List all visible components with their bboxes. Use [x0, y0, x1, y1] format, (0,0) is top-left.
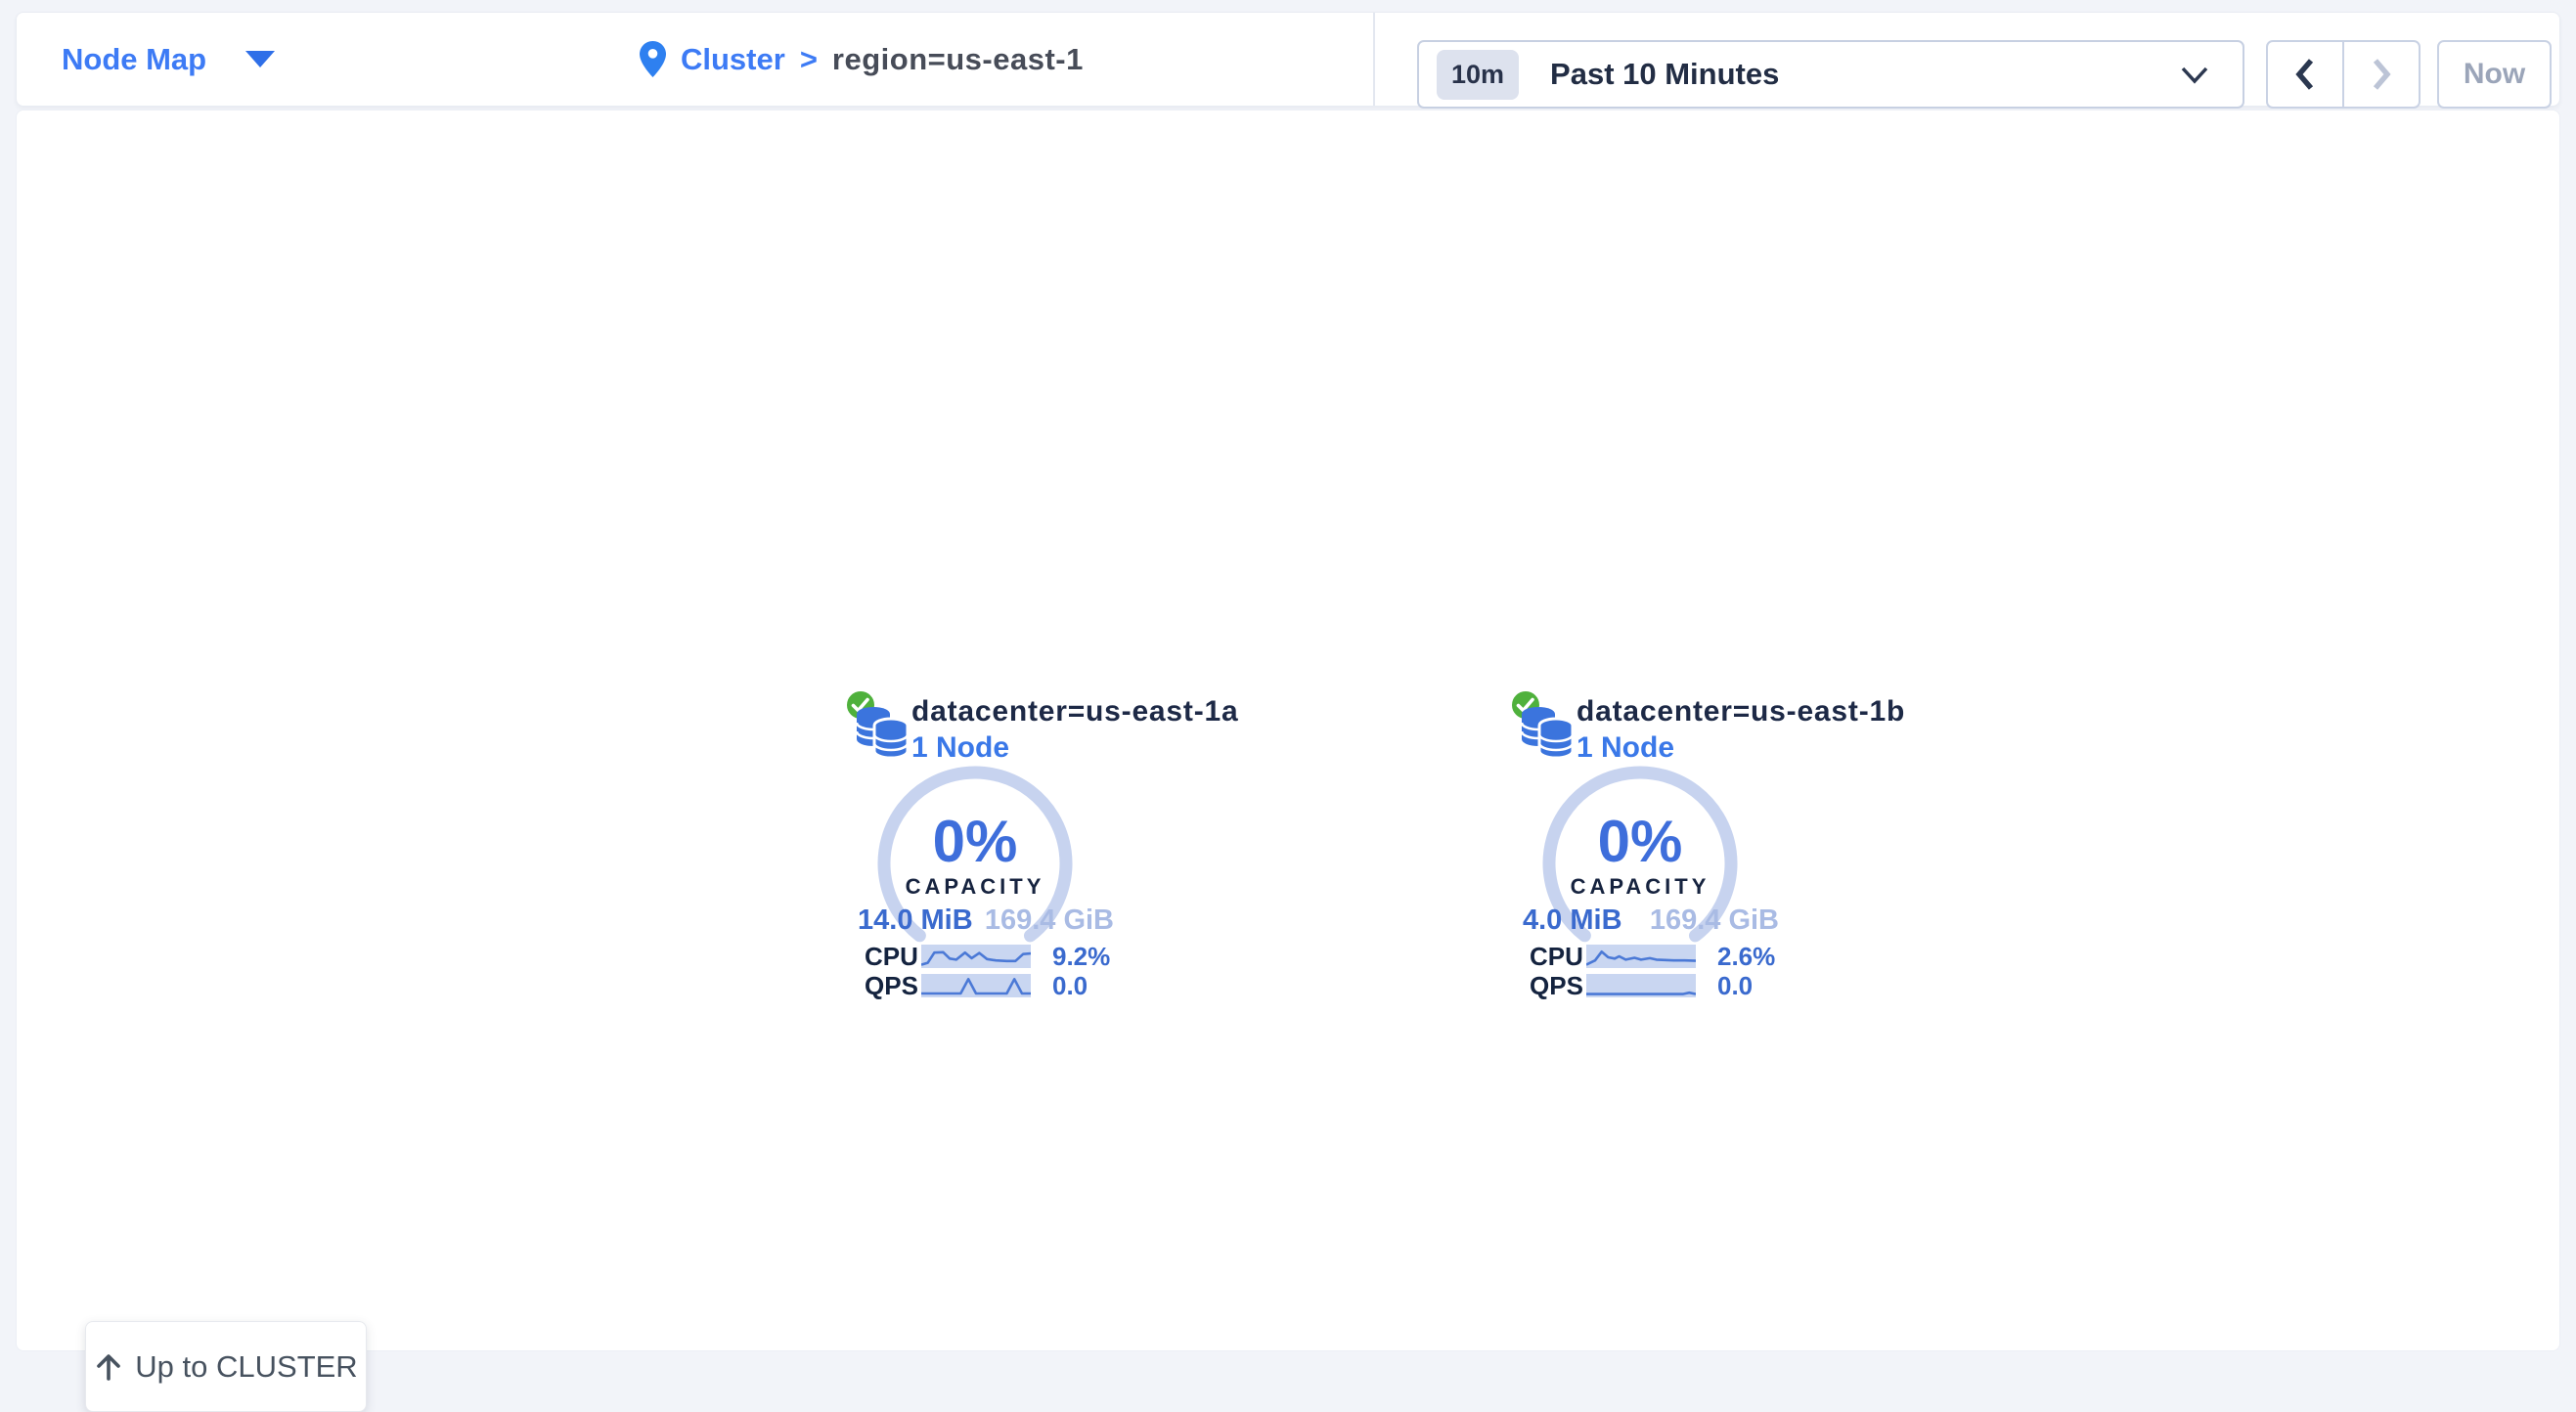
capacity-total: 169.4 GiB	[985, 905, 1114, 937]
cpu-label: CPU	[1530, 942, 1586, 972]
capacity-label: CAPACITY	[872, 874, 1078, 900]
cpu-value: 2.6%	[1717, 942, 1775, 972]
database-stack-icon	[853, 701, 910, 762]
time-next-button[interactable]	[2344, 42, 2419, 107]
capacity-percent: 0%	[872, 808, 1078, 875]
time-range-badge: 10m	[1437, 50, 1519, 100]
qps-label: QPS	[1530, 971, 1586, 1001]
qps-metric-row: QPS 0.0	[865, 973, 1088, 998]
qps-value: 0.0	[1052, 971, 1088, 1001]
chevron-left-icon	[2293, 57, 2317, 92]
cpu-sparkline	[921, 945, 1031, 968]
qps-label: QPS	[865, 971, 921, 1001]
breadcrumb-current-locality: region=us-east-1	[832, 42, 1084, 77]
datacenter-title: datacenter=us-east-1a	[911, 695, 1238, 728]
capacity-total: 169.4 GiB	[1650, 905, 1779, 937]
cpu-metric-row: CPU 2.6%	[1530, 944, 1775, 969]
chevron-right-icon	[2370, 57, 2393, 92]
caret-down-icon	[245, 51, 275, 67]
time-range-label: Past 10 Minutes	[1550, 57, 1779, 92]
header-bar: Node Map Cluster > region=us-east-1 10m …	[16, 12, 2560, 107]
datacenter-card-us-east-1a[interactable]: datacenter=us-east-1a 1 Node 0% CAPACITY…	[843, 687, 1146, 1010]
qps-metric-row: QPS 0.0	[1530, 973, 1753, 998]
time-prev-button[interactable]	[2268, 42, 2344, 107]
database-stack-icon	[1518, 701, 1575, 762]
datacenter-node-count: 1 Node	[1577, 731, 1674, 765]
view-selector-label: Node Map	[62, 42, 206, 77]
cpu-metric-row: CPU 9.2%	[865, 944, 1110, 969]
datacenter-card-us-east-1b[interactable]: datacenter=us-east-1b 1 Node 0% CAPACITY…	[1508, 687, 1811, 1010]
qps-sparkline	[1586, 974, 1696, 997]
breadcrumb: Cluster > region=us-east-1	[640, 13, 1084, 106]
capacity-values-row: 14.0 MiB 169.4 GiB	[858, 905, 1114, 937]
datacenter-title: datacenter=us-east-1b	[1577, 695, 1905, 728]
up-to-cluster-label: Up to CLUSTER	[135, 1349, 357, 1385]
now-button[interactable]: Now	[2437, 40, 2552, 109]
header-divider	[1373, 13, 1375, 106]
qps-value: 0.0	[1717, 971, 1753, 1001]
qps-sparkline	[921, 974, 1031, 997]
capacity-used: 14.0 MiB	[858, 905, 973, 937]
node-map-canvas: datacenter=us-east-1a 1 Node 0% CAPACITY…	[16, 110, 2560, 1351]
cpu-label: CPU	[865, 942, 921, 972]
breadcrumb-separator: >	[800, 42, 818, 77]
chevron-down-icon	[2180, 66, 2209, 85]
time-range-dropdown[interactable]: 10m Past 10 Minutes	[1417, 40, 2244, 109]
cpu-sparkline	[1586, 945, 1696, 968]
up-to-cluster-button[interactable]: Up to CLUSTER	[85, 1321, 367, 1412]
view-selector-dropdown[interactable]: Node Map	[62, 13, 275, 106]
capacity-label: CAPACITY	[1537, 874, 1743, 900]
capacity-percent: 0%	[1537, 808, 1743, 875]
capacity-values-row: 4.0 MiB 169.4 GiB	[1523, 905, 1779, 937]
up-arrow-icon	[94, 1352, 123, 1382]
breadcrumb-cluster-link[interactable]: Cluster	[681, 42, 785, 77]
capacity-used: 4.0 MiB	[1523, 905, 1622, 937]
time-nav-arrows	[2266, 40, 2421, 109]
location-pin-icon	[640, 41, 666, 77]
datacenter-node-count: 1 Node	[911, 731, 1009, 765]
cpu-value: 9.2%	[1052, 942, 1110, 972]
